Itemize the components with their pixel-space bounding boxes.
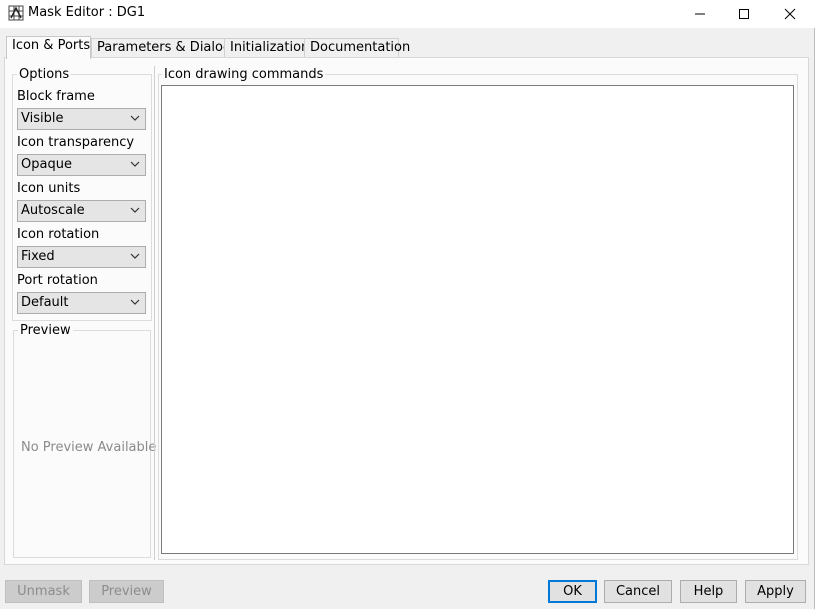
maximize-button[interactable] bbox=[721, 0, 767, 28]
tab-icon-ports[interactable]: Icon & Ports bbox=[6, 36, 91, 59]
preview-group-title: Preview bbox=[18, 323, 73, 338]
icon-drawing-commands-editor[interactable] bbox=[161, 85, 794, 554]
block-frame-label: Block frame bbox=[17, 89, 95, 104]
tab-label: Icon & Ports bbox=[12, 38, 91, 53]
icon-rotation-value: Fixed bbox=[21, 249, 55, 264]
icon-units-select[interactable]: Autoscale bbox=[17, 200, 146, 222]
block-frame-value: Visible bbox=[21, 111, 64, 126]
icon-drawing-commands-title: Icon drawing commands bbox=[162, 67, 326, 82]
no-preview-text: No Preview Available bbox=[21, 440, 157, 455]
minimize-button[interactable] bbox=[677, 0, 723, 28]
window-title: Mask Editor : DG1 bbox=[28, 5, 146, 20]
tab-label: Parameters & Dialog bbox=[97, 40, 232, 55]
chevron-down-icon bbox=[130, 299, 140, 305]
title-bar: Mask Editor : DG1 bbox=[0, 0, 815, 28]
chevron-down-icon bbox=[130, 253, 140, 259]
mask-editor-window: Mask Editor : DG1 Icon & Ports Parameter… bbox=[0, 0, 815, 609]
icon-rotation-label: Icon rotation bbox=[17, 227, 100, 242]
icon-units-label: Icon units bbox=[17, 181, 81, 196]
close-button[interactable] bbox=[767, 0, 813, 28]
tab-label: Initialization bbox=[230, 40, 310, 55]
matlab-grid-icon bbox=[8, 5, 24, 21]
tab-documentation[interactable]: Documentation bbox=[304, 38, 410, 58]
icon-rotation-select[interactable]: Fixed bbox=[17, 246, 146, 268]
preview-button[interactable]: Preview bbox=[89, 580, 164, 603]
port-rotation-select[interactable]: Default bbox=[17, 292, 146, 314]
chevron-down-icon bbox=[130, 115, 140, 121]
chevron-down-icon bbox=[130, 161, 140, 167]
apply-button[interactable]: Apply bbox=[745, 580, 806, 603]
block-frame-select[interactable]: Visible bbox=[17, 108, 146, 130]
cancel-button[interactable]: Cancel bbox=[604, 580, 672, 603]
maximize-icon bbox=[739, 9, 749, 19]
panel-divider bbox=[154, 66, 155, 560]
close-icon bbox=[784, 8, 796, 20]
unmask-button[interactable]: Unmask bbox=[5, 580, 82, 603]
icon-units-value: Autoscale bbox=[21, 203, 85, 218]
ok-button[interactable]: OK bbox=[548, 580, 597, 603]
options-group-title: Options bbox=[17, 67, 72, 82]
icon-transparency-select[interactable]: Opaque bbox=[17, 154, 146, 176]
tab-label: Documentation bbox=[310, 40, 411, 55]
help-button[interactable]: Help bbox=[680, 580, 737, 603]
icon-transparency-value: Opaque bbox=[21, 157, 72, 172]
port-rotation-value: Default bbox=[21, 295, 69, 310]
port-rotation-label: Port rotation bbox=[17, 273, 98, 288]
chevron-down-icon bbox=[130, 207, 140, 213]
icon-transparency-label: Icon transparency bbox=[17, 135, 135, 150]
minimize-icon bbox=[695, 13, 705, 15]
tab-initialization[interactable]: Initialization bbox=[224, 38, 309, 58]
tab-parameters-dialog[interactable]: Parameters & Dialog bbox=[91, 38, 231, 58]
